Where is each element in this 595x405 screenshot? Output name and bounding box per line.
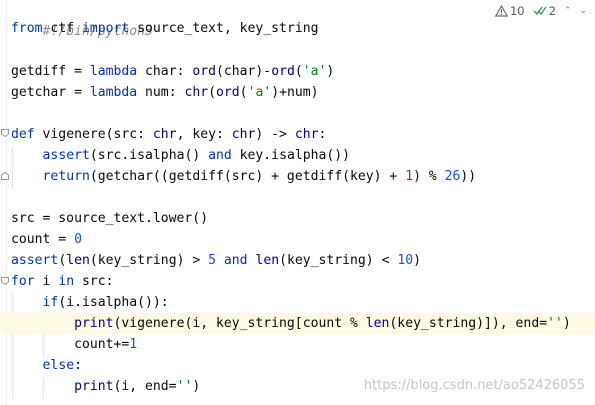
code-text: (i, end= — [113, 379, 177, 394]
builtin: ord — [192, 64, 216, 79]
code-line[interactable]: return(getchar((getdiff(src) + getdiff(k… — [0, 166, 595, 187]
code-line[interactable]: else: — [0, 355, 595, 376]
number-literal: 5 — [208, 253, 216, 268]
code-line[interactable]: for i in src: — [0, 271, 595, 292]
code-text: ) — [326, 64, 335, 79]
builtin: chr — [184, 85, 209, 100]
code-text: (vigenere(i, key_string[count % — [113, 316, 366, 331]
keyword: return — [42, 169, 90, 184]
number-literal: 0 — [74, 232, 82, 247]
string-literal: '' — [176, 379, 193, 394]
keyword: def — [11, 127, 35, 142]
code-text: src: — [74, 274, 114, 289]
builtin: ord — [271, 64, 295, 79]
keyword: import — [81, 21, 130, 36]
code-line[interactable]: count+=1 — [0, 334, 595, 355]
builtin: chr — [294, 127, 319, 142]
code-line[interactable]: def vigenere(src: chr, key: chr) -> chr: — [0, 124, 595, 145]
code-text: ) -> — [255, 127, 295, 142]
code-text: ( — [294, 64, 303, 79]
code-text: ctf — [42, 21, 82, 36]
string-literal: 'a' — [247, 85, 272, 100]
keyword: else — [42, 358, 75, 373]
code-text: (key_string)]), end= — [389, 316, 548, 331]
code-text: , key: — [176, 127, 232, 142]
keyword: assert — [42, 148, 90, 163]
code-text: ) % — [413, 169, 445, 184]
code-line-current[interactable]: print(vigenere(i, key_string[count % len… — [0, 313, 595, 334]
builtin: print — [74, 316, 114, 331]
code-text: ) — [562, 316, 571, 331]
keyword: and — [208, 148, 232, 163]
code-text: (key_string) > — [89, 253, 209, 268]
code-line[interactable]: getdiff = lambda char: ord(char)-ord('a'… — [0, 61, 595, 82]
code-text: )+num) — [271, 85, 319, 100]
code-text: i — [34, 274, 59, 289]
code-line[interactable]: assert(src.isalpha() and key.isalpha()) — [0, 145, 595, 166]
code-text: ( — [208, 85, 217, 100]
string-literal: '' — [547, 316, 563, 331]
code-text: ) — [413, 253, 422, 268]
keyword: assert — [11, 253, 59, 268]
keyword: if — [42, 295, 59, 310]
code-text: vigenere(src: — [34, 127, 153, 142]
builtin: len — [66, 253, 90, 268]
watermark-url: https://blog.csdn.net/ao52426055 — [363, 378, 585, 393]
number-literal: 1 — [129, 337, 138, 352]
number-literal: 26 — [444, 169, 461, 184]
code-text: (char)- — [216, 64, 272, 79]
builtin: chr — [152, 127, 177, 142]
keyword: lambda — [89, 64, 138, 79]
code-line[interactable]: src = source_text.lower() — [0, 208, 595, 229]
code-line[interactable]: getchar = lambda num: chr(ord('a')+num) — [0, 82, 595, 103]
code-text: count = — [11, 232, 75, 247]
code-text: char: — [137, 64, 193, 79]
keyword: for — [11, 274, 35, 289]
code-text: (key_string) < — [279, 253, 398, 268]
code-text: key.isalpha()) — [231, 148, 351, 163]
code-text: : — [74, 358, 82, 373]
code-text: count+= — [74, 337, 130, 352]
code-text: getdiff = — [11, 64, 90, 79]
keyword: and — [223, 253, 248, 268]
builtin: ord — [216, 85, 240, 100]
keyword: lambda — [89, 85, 138, 100]
builtin: len — [365, 316, 390, 331]
code-text: (getchar((getdiff(src) + getdiff(key) + — [89, 169, 406, 184]
keyword: in — [58, 274, 75, 289]
keyword: from — [11, 21, 43, 36]
code-line[interactable]: if(i.isalpha()): — [0, 292, 595, 313]
code-text: source_text, key_string — [129, 21, 319, 36]
code-text: ( — [239, 85, 248, 100]
number-literal: 10 — [397, 253, 414, 268]
code-text: num: — [137, 85, 185, 100]
code-text: ) — [192, 379, 201, 394]
builtin: chr — [231, 127, 256, 142]
builtin: print — [74, 379, 114, 394]
number-literal: 1 — [405, 169, 414, 184]
code-line[interactable]: assert(len(key_string) > 5 and len(key_s… — [0, 250, 595, 271]
string-literal: 'a' — [302, 64, 327, 79]
code-line[interactable]: count = 0 — [0, 229, 595, 250]
code-text: )) — [460, 169, 477, 184]
code-text: (i.isalpha()): — [58, 295, 169, 310]
code-text: getchar = — [11, 85, 90, 100]
builtin: len — [255, 253, 280, 268]
code-text: : — [318, 127, 327, 142]
code-text: src = source_text.lower() — [11, 211, 209, 226]
code-line[interactable]: from ctf import source_text, key_string — [0, 18, 595, 39]
code-text: (src.isalpha() — [89, 148, 209, 163]
code-editor[interactable]: 10 2 ⌃ ⌄ #!/bin/python3 from ctf import … — [0, 0, 595, 405]
